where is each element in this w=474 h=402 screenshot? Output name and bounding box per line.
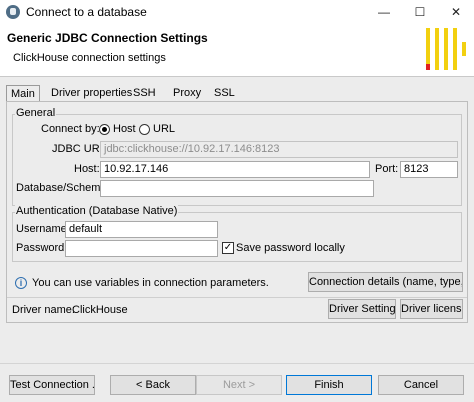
info-icon: i <box>15 277 27 289</box>
next-button[interactable]: Next > <box>196 375 282 395</box>
driver-name-label: Driver name: <box>12 304 75 316</box>
connect-by-label: Connect by: <box>41 123 100 135</box>
username-label: Username: <box>16 223 70 235</box>
footer-divider <box>0 363 474 364</box>
host-label: Host: <box>74 163 100 175</box>
clickhouse-logo-icon <box>426 28 466 70</box>
database-schema-label: Database/Schema: <box>16 182 110 194</box>
cancel-button[interactable]: Cancel <box>378 375 464 395</box>
driver-settings-button[interactable]: Driver Settings <box>328 299 396 319</box>
password-field[interactable] <box>65 240 218 257</box>
save-password-checkbox[interactable]: ✓ <box>222 242 234 254</box>
connect-by-host-label: Host <box>113 123 136 135</box>
driver-license-button[interactable]: Driver license <box>400 299 463 319</box>
connect-by-url-radio[interactable] <box>139 124 150 135</box>
dbeaver-app-icon <box>6 5 20 19</box>
driver-name-value: ClickHouse <box>72 304 128 316</box>
variables-info-text: You can use variables in connection para… <box>32 277 269 289</box>
finish-button[interactable]: Finish <box>286 375 372 395</box>
window-title: Connect to a database <box>26 5 147 19</box>
wizard-header: Generic JDBC Connection Settings ClickHo… <box>0 24 474 76</box>
back-button[interactable]: < Back <box>110 375 196 395</box>
page-subtitle: ClickHouse connection settings <box>13 52 166 64</box>
database-schema-field[interactable] <box>100 180 374 197</box>
save-password-label: Save password locally <box>236 242 345 254</box>
window-titlebar: Connect to a database — ☐ ✕ <box>0 0 474 24</box>
test-connection-button[interactable]: Test Connection ... <box>9 375 95 395</box>
port-label: Port: <box>375 163 399 175</box>
driver-divider <box>7 297 467 298</box>
auth-group-label: Authentication (Database Native) <box>15 205 179 217</box>
password-label: Password: <box>16 242 68 254</box>
username-field[interactable]: default <box>65 221 218 238</box>
port-field[interactable]: 8123 <box>400 161 458 178</box>
connection-details-button[interactable]: Connection details (name, type, ... ) <box>308 272 463 292</box>
wizard-body: Main Driver properties SSH Proxy SSL Gen… <box>0 76 474 402</box>
minimize-icon[interactable]: — <box>366 0 402 24</box>
jdbc-url-field[interactable]: jdbc:clickhouse://10.92.17.146:8123 <box>100 141 458 158</box>
general-group-label: General <box>15 107 57 119</box>
main-tab-panel: General Connect by: Host URL JDBC URL: j… <box>6 101 468 323</box>
host-field[interactable]: 10.92.17.146 <box>100 161 370 178</box>
close-icon[interactable]: ✕ <box>438 0 474 24</box>
connect-by-host-radio[interactable] <box>99 124 110 135</box>
maximize-icon[interactable]: ☐ <box>402 0 438 24</box>
connect-by-url-label: URL <box>153 123 176 135</box>
page-title: Generic JDBC Connection Settings <box>7 31 208 45</box>
